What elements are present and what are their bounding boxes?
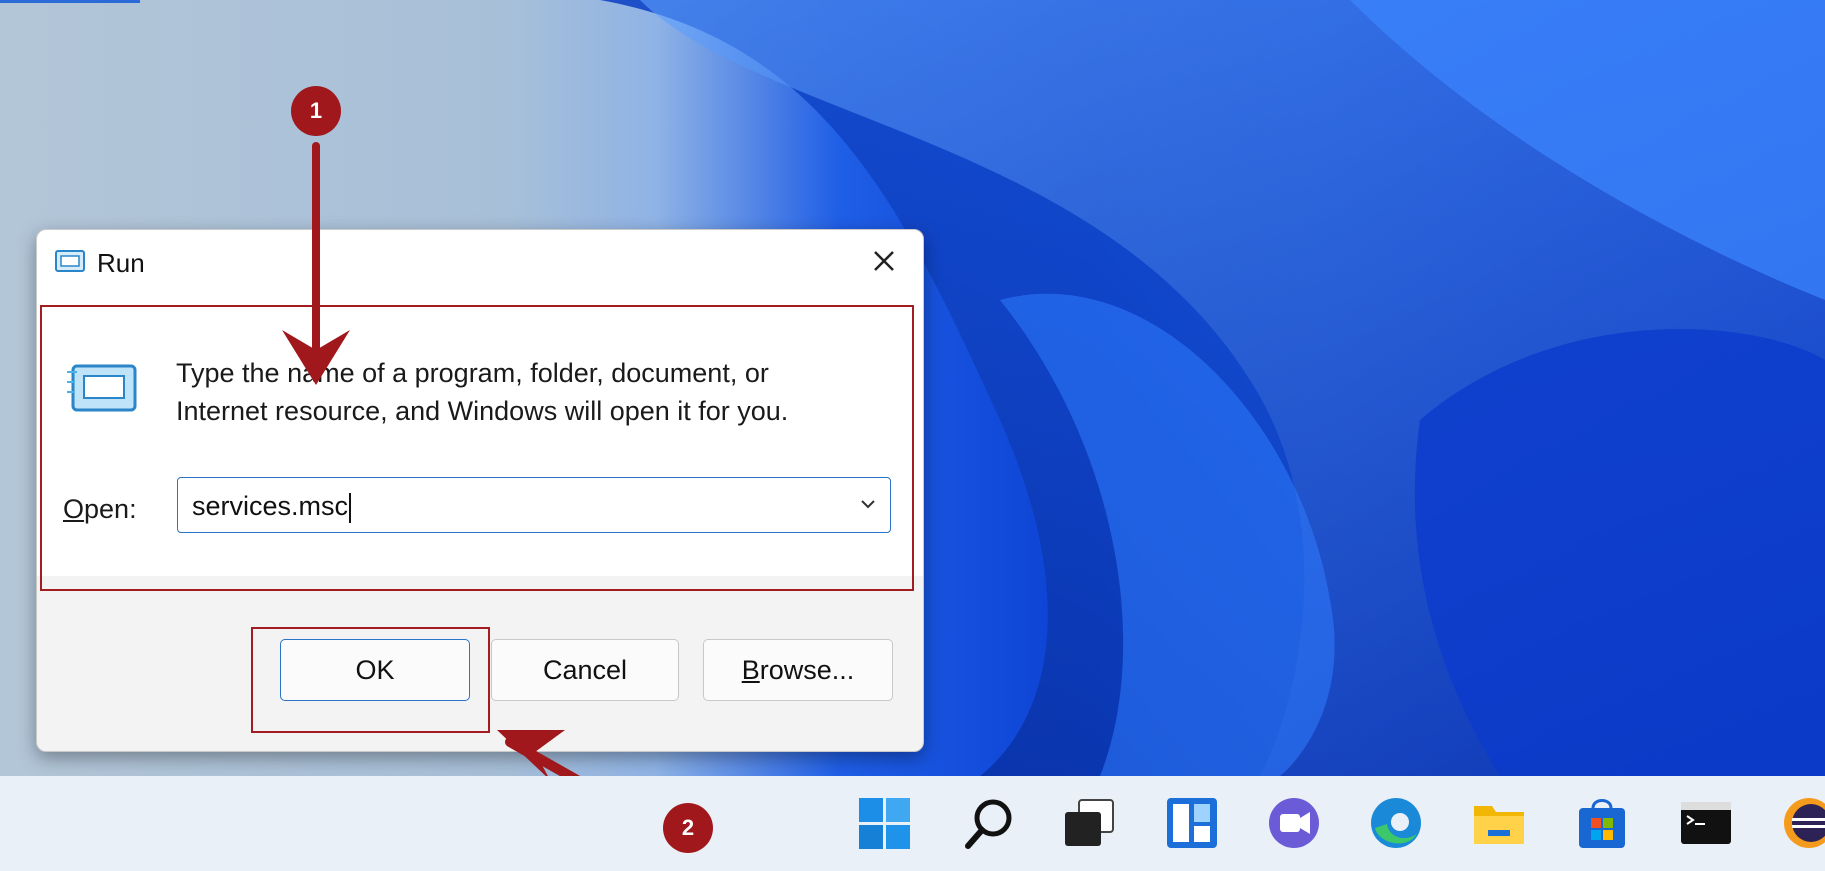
browse-label: rowse... [759,655,855,685]
close-button[interactable] [867,244,901,278]
file-explorer-icon[interactable] [1470,794,1528,852]
store-icon[interactable] [1573,794,1631,852]
search-icon[interactable] [960,794,1018,852]
step-2-badge: 2 [663,803,713,853]
close-icon [874,251,894,271]
run-title-bar: Run [37,230,923,294]
highlight-ok-button [251,627,490,733]
terminal-icon[interactable] [1677,794,1735,852]
run-app-icon [55,250,85,272]
widgets-icon[interactable] [1163,794,1221,852]
edge-icon[interactable] [1367,794,1425,852]
taskbar: 2 [0,776,1825,871]
step-1-badge: 1 [291,86,341,136]
browse-accesskey: B [741,655,760,685]
highlight-input-area [40,305,914,591]
chat-icon[interactable] [1265,794,1323,852]
task-view-icon[interactable] [1061,794,1119,852]
browse-button[interactable]: Browse... [703,639,893,701]
windows-start-icon[interactable] [855,794,913,852]
dialog-title: Run [97,248,145,278]
eclipse-icon[interactable] [1780,794,1825,852]
cancel-button[interactable]: Cancel [491,639,679,701]
desktop-wallpaper: Run Type the name of a program, folder, … [0,0,1825,776]
